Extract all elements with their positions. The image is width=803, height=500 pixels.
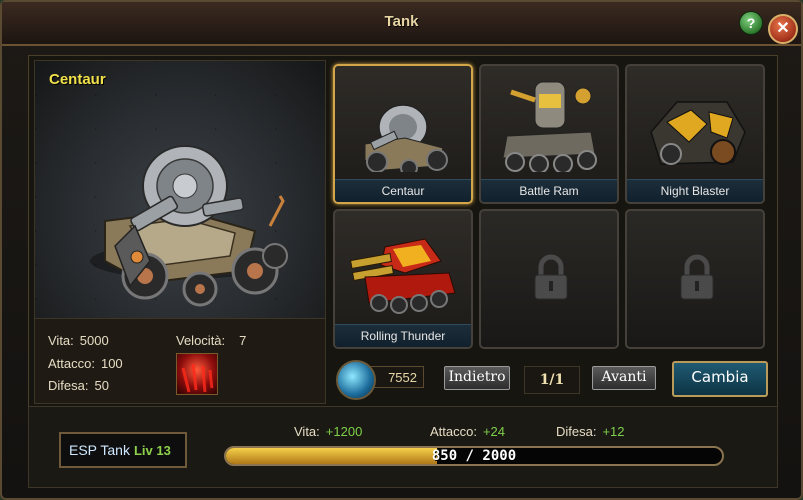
esp-tank-box: ESP Tank Liv 13	[59, 432, 187, 468]
slot-label: Battle Ram	[481, 179, 617, 202]
rolling-thunder-thumb	[350, 238, 456, 314]
close-button[interactable]: ✕	[768, 14, 798, 44]
tank-preview-image	[90, 145, 288, 307]
tank-slot-centaur[interactable]: Centaur	[333, 64, 473, 204]
bonus-difesa-value: +12	[602, 424, 625, 439]
night-blaster-thumb	[650, 101, 746, 165]
crystal-icon	[336, 360, 376, 400]
crystal-count: 7552	[368, 366, 424, 388]
bonus-difesa: Difesa: +12	[556, 424, 625, 439]
bonus-attacco: Attacco: +24	[430, 424, 505, 439]
battle-ram-thumb	[502, 81, 597, 172]
skill-icon[interactable]	[176, 353, 218, 395]
centaur-thumb	[364, 104, 448, 172]
stat-vita-value: 5000	[79, 333, 109, 348]
stat-velocita-label: Velocità:	[176, 333, 226, 348]
tank-slot-battle-ram[interactable]: Battle Ram	[479, 64, 619, 204]
esp-name: ESP Tank	[69, 442, 130, 458]
tank-preview: Centaur	[34, 60, 326, 320]
tank-slot-locked-2	[625, 209, 765, 349]
bonus-difesa-label: Difesa:	[556, 424, 597, 439]
stat-velocita-value: 7	[239, 333, 247, 348]
bonus-attacco-label: Attacco:	[430, 424, 477, 439]
stat-attacco-label: Attacco:	[48, 356, 95, 371]
tank-slot-rolling-thunder[interactable]: Rolling Thunder	[333, 209, 473, 349]
slot-label: Rolling Thunder	[335, 324, 471, 347]
next-button[interactable]: Avanti	[592, 366, 656, 390]
slot-label: Centaur	[335, 179, 471, 202]
stat-vita-label: Vita:	[48, 333, 74, 348]
slot-label: Night Blaster	[627, 179, 763, 202]
tank-slot-night-blaster[interactable]: Night Blaster	[625, 64, 765, 204]
title-bar: Tank ? ✕	[2, 2, 801, 46]
esp-level: Liv 13	[133, 443, 171, 458]
stat-attacco-value: 100	[100, 356, 123, 371]
help-button[interactable]: ?	[739, 11, 763, 35]
stat-difesa: Difesa: 50	[48, 378, 109, 393]
stat-attacco: Attacco: 100	[48, 356, 123, 371]
page-indicator: 1/1	[524, 366, 580, 394]
back-button[interactable]: Indietro	[444, 366, 510, 390]
stat-velocita: Velocità: 7	[176, 333, 246, 348]
tank-slot-locked-1	[479, 209, 619, 349]
xp-text: 850 / 2000	[431, 448, 517, 464]
lock-icon	[680, 254, 714, 300]
bonus-vita-label: Vita:	[294, 424, 320, 439]
lock-icon	[534, 254, 568, 300]
xp-bar: 850 / 2000	[224, 446, 724, 466]
bonus-vita-value: +1200	[325, 424, 363, 439]
bonus-attacco-value: +24	[482, 424, 506, 439]
bonus-vita: Vita: +1200	[294, 424, 362, 439]
stat-vita: Vita: 5000	[48, 333, 109, 348]
change-button[interactable]: Cambia	[672, 361, 768, 397]
skill-drip-graphic	[181, 363, 214, 393]
stat-difesa-value: 50	[94, 378, 109, 393]
window-title: Tank	[384, 13, 419, 30]
stat-difesa-label: Difesa:	[48, 378, 89, 393]
